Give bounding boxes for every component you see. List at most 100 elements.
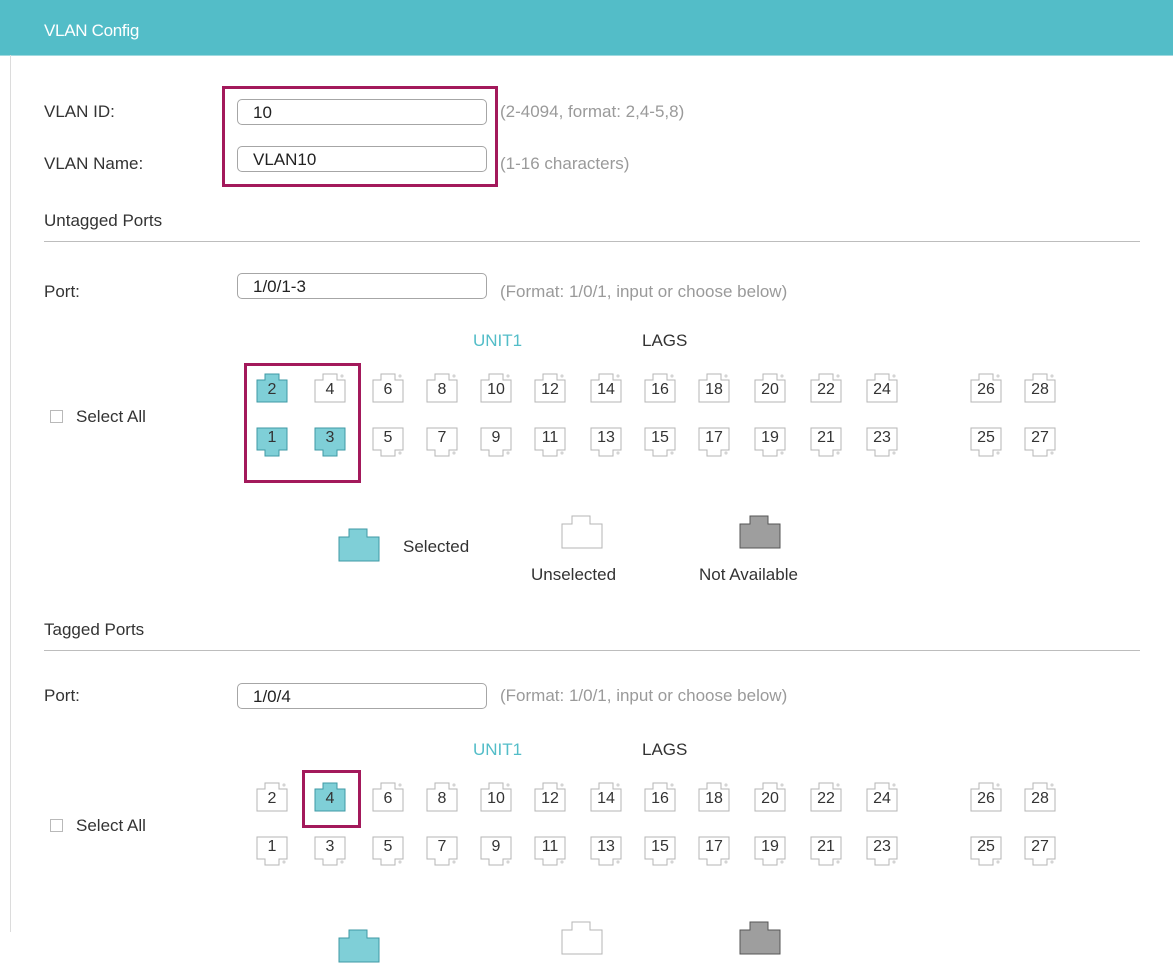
untagged-port-11[interactable]: 11 xyxy=(533,426,567,460)
tagged-port-28[interactable]: 28 xyxy=(1023,779,1057,813)
untagged-port-9-label: 9 xyxy=(491,429,501,446)
untagged-port-6-label: 6 xyxy=(383,381,393,398)
tagged-port-18[interactable]: 18 xyxy=(697,779,731,813)
checkbox-icon[interactable] xyxy=(50,410,63,423)
untagged-port-28-label: 28 xyxy=(1031,381,1049,398)
tagged-port-8[interactable]: 8 xyxy=(425,779,459,813)
untagged-port-14-label: 14 xyxy=(597,381,615,398)
panel-title: VLAN Config xyxy=(44,21,139,40)
untagged-port-21-label: 21 xyxy=(817,429,835,446)
untagged-ports-title: Untagged Ports xyxy=(44,211,163,230)
tagged-port-11[interactable]: 11 xyxy=(533,835,567,869)
tagged-port-16-label: 16 xyxy=(651,790,669,807)
tagged-tab-unit1[interactable]: UNIT1 xyxy=(473,740,522,760)
untagged-port-14[interactable]: 14 xyxy=(589,370,623,404)
tagged-port-27[interactable]: 27 xyxy=(1023,835,1057,869)
tagged-port-13[interactable]: 13 xyxy=(589,835,623,869)
untagged-port-13[interactable]: 13 xyxy=(589,426,623,460)
tagged-port-12[interactable]: 12 xyxy=(533,779,567,813)
untagged-tab-lags[interactable]: LAGS xyxy=(642,331,687,351)
untagged-port-23[interactable]: 23 xyxy=(865,426,899,460)
tagged-port-12-label: 12 xyxy=(541,790,559,807)
untagged-port-24[interactable]: 24 xyxy=(865,370,899,404)
tagged-port-20[interactable]: 20 xyxy=(753,779,787,813)
tagged-port-18-label: 18 xyxy=(705,790,723,807)
untagged-port-21[interactable]: 21 xyxy=(809,426,843,460)
untagged-port-17-label: 17 xyxy=(705,429,723,446)
tagged-port-16[interactable]: 16 xyxy=(643,779,677,813)
vlan-fields-highlight xyxy=(222,86,498,187)
tagged-port-9-label: 9 xyxy=(491,838,501,855)
tagged-port-1[interactable]: 1 xyxy=(255,835,289,869)
tagged-port-25[interactable]: 25 xyxy=(969,835,1003,869)
untagged-port-25-label: 25 xyxy=(977,429,995,446)
tagged-port-5-label: 5 xyxy=(383,838,393,855)
tagged-port-11-label: 11 xyxy=(541,838,559,855)
tagged-port-21[interactable]: 21 xyxy=(809,835,843,869)
untagged-port-16[interactable]: 16 xyxy=(643,370,677,404)
tagged-port-2-label: 2 xyxy=(267,790,277,807)
untagged-port-22[interactable]: 22 xyxy=(809,370,843,404)
vlan-name-hint: (1-16 characters) xyxy=(500,154,630,173)
checkbox-icon[interactable] xyxy=(50,819,63,832)
tagged-port-10-label: 10 xyxy=(487,790,505,807)
tagged-port-9[interactable]: 9 xyxy=(479,835,513,869)
untagged-port-15[interactable]: 15 xyxy=(643,426,677,460)
untagged-select-all-label: Select All xyxy=(76,407,146,426)
tagged-port-25-label: 25 xyxy=(977,838,995,855)
tagged-port-27-label: 27 xyxy=(1031,838,1049,855)
untagged-port-8[interactable]: 8 xyxy=(425,370,459,404)
tagged-selected-highlight xyxy=(302,770,361,828)
tagged-port-15[interactable]: 15 xyxy=(643,835,677,869)
tagged-port-24-label: 24 xyxy=(873,790,891,807)
untagged-port-12[interactable]: 12 xyxy=(533,370,567,404)
tagged-port-6-label: 6 xyxy=(383,790,393,807)
untagged-port-19[interactable]: 19 xyxy=(753,426,787,460)
tagged-divider xyxy=(44,650,1140,651)
untagged-port-23-label: 23 xyxy=(873,429,891,446)
tagged-port-14[interactable]: 14 xyxy=(589,779,623,813)
vlan-id-label: VLAN ID: xyxy=(44,102,115,121)
tagged-port-5[interactable]: 5 xyxy=(371,835,405,869)
untagged-port-input[interactable]: 1/0/1-3 xyxy=(237,273,487,299)
vlan-name-label: VLAN Name: xyxy=(44,154,144,173)
tagged-port-3[interactable]: 3 xyxy=(313,835,347,869)
tagged-port-22-label: 22 xyxy=(817,790,835,807)
untagged-port-15-label: 15 xyxy=(651,429,669,446)
untagged-port-27[interactable]: 27 xyxy=(1023,426,1057,460)
untagged-port-10[interactable]: 10 xyxy=(479,370,513,404)
untagged-port-20[interactable]: 20 xyxy=(753,370,787,404)
tagged-port-1-label: 1 xyxy=(267,838,277,855)
tagged-port-6[interactable]: 6 xyxy=(371,779,405,813)
untagged-port-9[interactable]: 9 xyxy=(479,426,513,460)
tagged-tab-lags[interactable]: LAGS xyxy=(642,740,687,760)
tagged-port-19[interactable]: 19 xyxy=(753,835,787,869)
untagged-port-6[interactable]: 6 xyxy=(371,370,405,404)
tagged-port-2[interactable]: 2 xyxy=(255,779,289,813)
untagged-port-28[interactable]: 28 xyxy=(1023,370,1057,404)
tagged-select-all[interactable]: Select All xyxy=(50,816,146,836)
tagged-ports-title: Tagged Ports xyxy=(44,620,145,639)
untagged-select-all[interactable]: Select All xyxy=(50,407,146,427)
untagged-port-hint: (Format: 1/0/1, input or choose below) xyxy=(500,282,788,301)
tagged-port-26[interactable]: 26 xyxy=(969,779,1003,813)
untagged-port-5[interactable]: 5 xyxy=(371,426,405,460)
tagged-port-23[interactable]: 23 xyxy=(865,835,899,869)
tagged-port-24[interactable]: 24 xyxy=(865,779,899,813)
tagged-port-17[interactable]: 17 xyxy=(697,835,731,869)
untagged-port-17[interactable]: 17 xyxy=(697,426,731,460)
untagged-port-26[interactable]: 26 xyxy=(969,370,1003,404)
untagged-port-25[interactable]: 25 xyxy=(969,426,1003,460)
untagged-tab-unit1[interactable]: UNIT1 xyxy=(473,331,522,351)
tagged-port-19-label: 19 xyxy=(761,838,779,855)
tagged-port-10[interactable]: 10 xyxy=(479,779,513,813)
untagged-port-8-label: 8 xyxy=(437,381,447,398)
vlan-id-hint: (2-4094, format: 2,4-5,8) xyxy=(500,102,685,121)
tagged-port-22[interactable]: 22 xyxy=(809,779,843,813)
untagged-port-label: Port: xyxy=(44,282,80,301)
tagged-port-input[interactable]: 1/0/4 xyxy=(237,683,487,709)
tagged-port-7[interactable]: 7 xyxy=(425,835,459,869)
untagged-port-7[interactable]: 7 xyxy=(425,426,459,460)
untagged-port-18[interactable]: 18 xyxy=(697,370,731,404)
tagged-port-label: Port: xyxy=(44,686,80,705)
